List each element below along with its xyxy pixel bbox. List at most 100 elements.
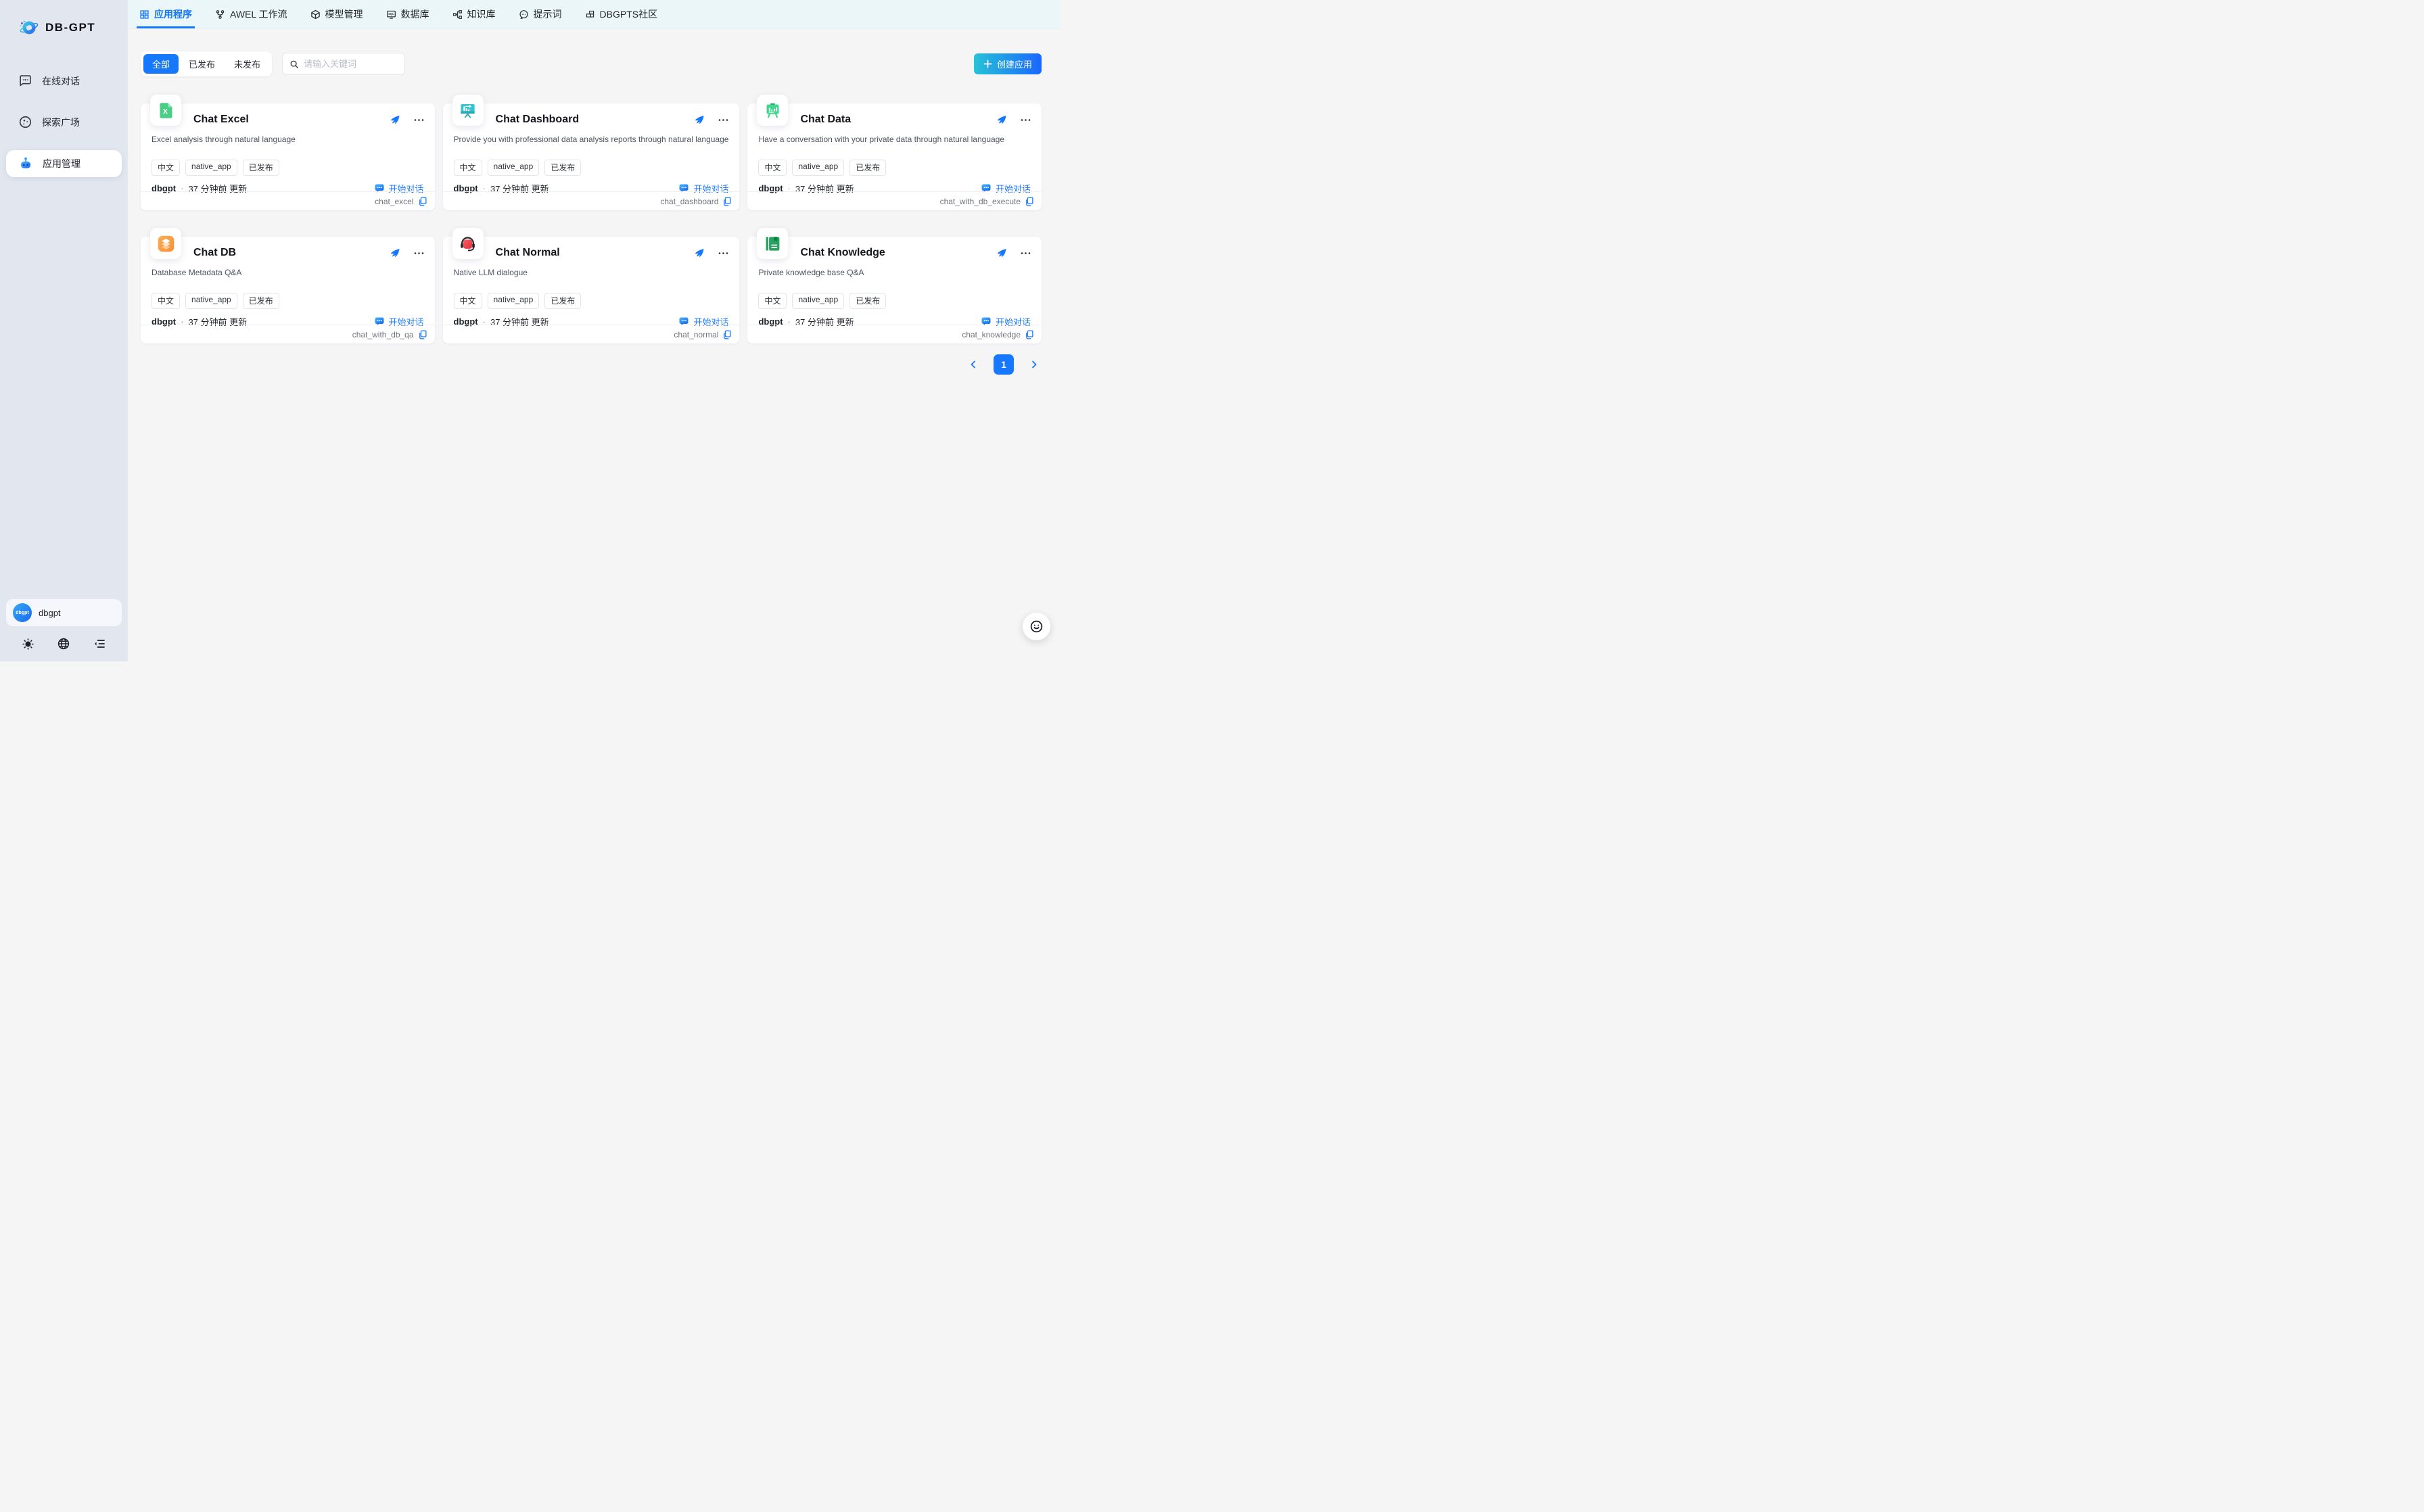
app-title: Chat Data: [800, 114, 851, 126]
tag-language: 中文: [758, 160, 787, 176]
tab-dbgpts-community[interactable]: DBGPTS社区: [585, 0, 658, 28]
sidebar-item-online-chat[interactable]: 在线对话: [6, 68, 122, 94]
tab-label: DBGPTS社区: [600, 7, 658, 21]
feedback-smiley-button[interactable]: [1023, 613, 1050, 640]
app-card-chat-normal[interactable]: Chat Normal Native LLM dialogue 中文: [443, 237, 740, 344]
headset-app-icon: [452, 228, 484, 259]
tag-status: 已发布: [849, 160, 886, 176]
copy-icon[interactable]: [1025, 330, 1033, 339]
app-title: Chat Normal: [496, 247, 560, 259]
knowledge-app-icon: [757, 228, 788, 259]
dingtalk-wing-icon[interactable]: [996, 247, 1007, 258]
robot-icon: [18, 156, 33, 171]
tag-status: 已发布: [544, 160, 581, 176]
tag-language: 中文: [454, 293, 482, 309]
app-root: DB-GPT 在线对话: [0, 0, 1060, 661]
top-navigation: 应用程序 AWEL 工作流 模型管理: [128, 0, 1060, 29]
tag-status: 已发布: [243, 160, 279, 176]
tab-model-management[interactable]: 模型管理: [310, 0, 363, 28]
more-options-icon[interactable]: [1021, 252, 1031, 255]
tab-knowledge-base[interactable]: 知识库: [452, 0, 496, 28]
build-blocks-icon: [585, 9, 595, 20]
partition-icon: [452, 9, 463, 20]
tab-label: AWEL 工作流: [230, 7, 287, 21]
dingtalk-wing-icon[interactable]: [390, 114, 400, 125]
tag-type: native_app: [488, 293, 540, 309]
tag-language: 中文: [152, 293, 180, 309]
filter-published[interactable]: 已发布: [180, 54, 224, 74]
user-name: dbgpt: [39, 608, 61, 618]
more-options-icon[interactable]: [718, 252, 728, 255]
sql-console-icon: SQL: [386, 9, 396, 20]
sidebar-item-app-management[interactable]: 应用管理: [6, 150, 122, 177]
language-globe-icon[interactable]: [57, 637, 70, 651]
copy-icon[interactable]: [722, 330, 731, 339]
chat-bubble-icon: [18, 74, 32, 88]
dbgpt-planet-logo-icon: [18, 18, 41, 38]
sidebar-spacer: [0, 177, 128, 599]
tab-label: 数据库: [401, 7, 429, 21]
app-code: chat_with_db_qa: [352, 330, 414, 339]
app-card-chat-excel[interactable]: X Chat Excel: [141, 103, 435, 210]
app-title: Chat Excel: [193, 114, 249, 126]
search-input[interactable]: [304, 59, 398, 69]
tag-status: 已发布: [243, 293, 279, 309]
app-description: Have a conversation with your private da…: [758, 135, 1031, 144]
sidebar-item-label: 在线对话: [42, 74, 80, 88]
copy-icon[interactable]: [1025, 197, 1033, 206]
tab-awel-flow[interactable]: AWEL 工作流: [215, 0, 287, 28]
more-options-icon[interactable]: [414, 118, 424, 122]
tag-language: 中文: [454, 160, 482, 176]
app-code: chat_with_db_execute: [940, 197, 1021, 206]
sidebar-item-explore[interactable]: 探索广场: [6, 109, 122, 135]
more-options-icon[interactable]: [718, 118, 728, 122]
tag-row: 中文 native_app 已发布: [454, 160, 729, 176]
tab-apps[interactable]: 应用程序: [139, 0, 192, 28]
more-options-icon[interactable]: [1021, 118, 1031, 122]
app-code: chat_dashboard: [660, 197, 718, 206]
app-title: Chat DB: [193, 247, 236, 259]
app-card-chat-knowledge[interactable]: Chat Knowledge Private knowledge base Q&…: [747, 237, 1042, 344]
card-footer: chat_dashboard: [443, 191, 740, 210]
sidebar-footer: [0, 633, 128, 661]
copy-icon[interactable]: [418, 197, 427, 206]
copy-icon[interactable]: [418, 330, 427, 339]
toolbar: 全部 已发布 未发布: [141, 51, 1042, 76]
app-card-chat-dashboard[interactable]: Chat Dashboard Provide you with professi…: [443, 103, 740, 210]
fork-branch-icon: [215, 9, 225, 20]
page-number[interactable]: 1: [994, 354, 1014, 375]
app-card-chat-data[interactable]: Chat Data Have a conversation with your …: [747, 103, 1042, 210]
user-profile-chip[interactable]: dbgpt dbgpt: [6, 599, 122, 626]
db-app-icon: [150, 228, 181, 259]
app-logo[interactable]: DB-GPT: [0, 0, 128, 50]
card-footer: chat_normal: [443, 325, 740, 344]
tab-database[interactable]: SQL 数据库: [386, 0, 429, 28]
dingtalk-wing-icon[interactable]: [390, 247, 400, 258]
dingtalk-wing-icon[interactable]: [694, 114, 705, 125]
dingtalk-wing-icon[interactable]: [694, 247, 705, 258]
previous-page-icon[interactable]: [966, 357, 981, 372]
collapse-sidebar-icon[interactable]: [93, 637, 106, 651]
tag-row: 中文 native_app 已发布: [152, 160, 424, 176]
more-options-icon[interactable]: [414, 252, 424, 255]
filter-all[interactable]: 全部: [143, 54, 179, 74]
sidebar-item-label: 探索广场: [42, 116, 80, 129]
next-page-icon[interactable]: [1027, 357, 1042, 372]
card-footer: chat_excel: [141, 191, 435, 210]
filter-unpublished[interactable]: 未发布: [225, 54, 269, 74]
sidebar-item-label: 应用管理: [43, 157, 80, 170]
dingtalk-wing-icon[interactable]: [996, 114, 1007, 125]
search-box: [282, 53, 405, 75]
tab-prompts[interactable]: 提示词: [519, 0, 562, 28]
copy-icon[interactable]: [722, 197, 731, 206]
main-area: 应用程序 AWEL 工作流 模型管理: [128, 0, 1060, 661]
tag-type: native_app: [185, 160, 237, 176]
tag-language: 中文: [152, 160, 180, 176]
app-title: Chat Knowledge: [800, 247, 885, 259]
app-card-chat-db[interactable]: Chat DB Database Metadata Q&A 中文: [141, 237, 435, 344]
app-code: chat_normal: [674, 330, 718, 339]
tag-status: 已发布: [544, 293, 581, 309]
theme-toggle-sun-icon[interactable]: [22, 638, 34, 651]
tag-status: 已发布: [849, 293, 886, 309]
create-app-button[interactable]: 创建应用: [974, 53, 1042, 74]
